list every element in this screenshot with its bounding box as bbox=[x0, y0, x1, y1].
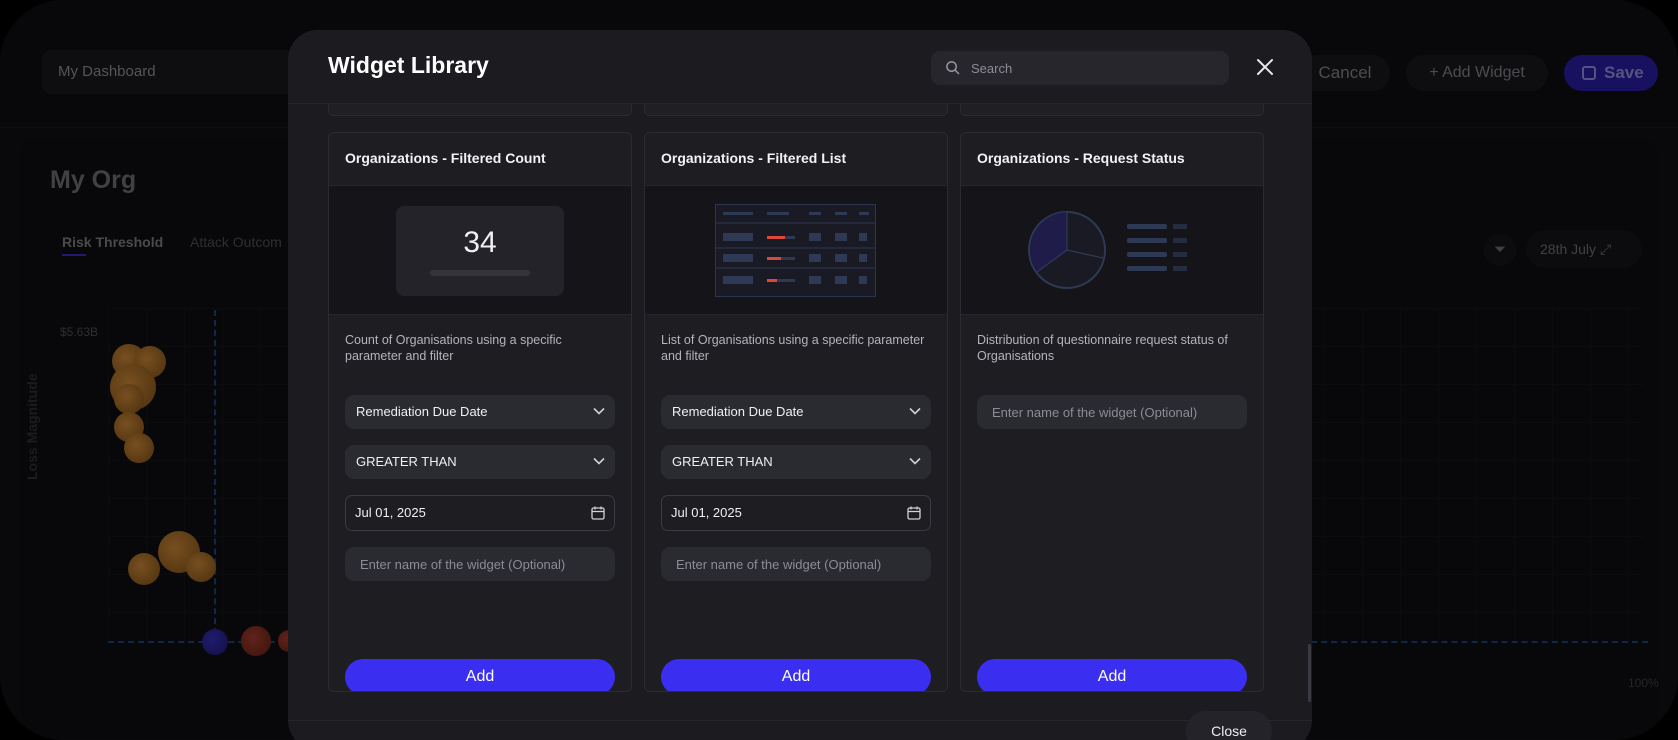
add-button[interactable]: Add bbox=[661, 659, 931, 691]
field-select-value: Remediation Due Date bbox=[672, 404, 804, 419]
date-value: Jul 01, 2025 bbox=[671, 505, 742, 520]
widget-grid: Organizations - Filtered Count 34 Count … bbox=[288, 104, 1312, 720]
add-button[interactable]: Add bbox=[345, 659, 615, 691]
close-icon[interactable] bbox=[1254, 56, 1276, 78]
card-stub bbox=[644, 104, 948, 116]
close-button[interactable]: Close bbox=[1186, 711, 1272, 740]
card-description: Count of Organisations using a specific … bbox=[345, 333, 562, 363]
operator-select[interactable]: GREATER THAN bbox=[661, 445, 931, 479]
date-picker[interactable]: Jul 01, 2025 bbox=[345, 495, 615, 531]
widget-name-input[interactable] bbox=[977, 395, 1247, 429]
card-title: Organizations - Filtered List bbox=[661, 150, 847, 166]
scrollbar[interactable] bbox=[1308, 644, 1311, 702]
count-preview-value: 34 bbox=[463, 226, 497, 259]
widget-card-request-status: Organizations - Request Status Distribut… bbox=[960, 132, 1264, 692]
list-preview-illustration bbox=[715, 204, 876, 297]
operator-select[interactable]: GREATER THAN bbox=[345, 445, 615, 479]
widget-preview bbox=[961, 185, 1263, 315]
chevron-down-icon bbox=[593, 407, 605, 415]
field-select[interactable]: Remediation Due Date bbox=[661, 395, 931, 429]
chevron-down-icon bbox=[909, 457, 921, 465]
pie-preview-illustration bbox=[1028, 211, 1187, 289]
modal-title: Widget Library bbox=[328, 52, 489, 78]
count-preview-box: 34 bbox=[396, 206, 564, 296]
modal-footer bbox=[288, 720, 1312, 740]
widget-library-modal: Widget Library Organizations - Filtered … bbox=[288, 30, 1312, 740]
operator-select-value: GREATER THAN bbox=[356, 454, 457, 469]
date-value: Jul 01, 2025 bbox=[355, 505, 426, 520]
modal-header: Widget Library bbox=[288, 30, 1312, 104]
field-select-value: Remediation Due Date bbox=[356, 404, 488, 419]
card-title: Organizations - Request Status bbox=[977, 150, 1185, 166]
widget-card-filtered-list: Organizations - Filtered List List of Or… bbox=[644, 132, 948, 692]
operator-select-value: GREATER THAN bbox=[672, 454, 773, 469]
search-input[interactable] bbox=[971, 51, 1221, 85]
date-picker[interactable]: Jul 01, 2025 bbox=[661, 495, 931, 531]
card-description: Distribution of questionnaire request st… bbox=[977, 333, 1228, 363]
card-stub bbox=[960, 104, 1264, 116]
search-box[interactable] bbox=[931, 51, 1229, 85]
app-screen: My Dashboard Cancel + Add Widget Save My… bbox=[0, 0, 1678, 740]
widget-preview: 34 bbox=[329, 185, 631, 315]
widget-preview bbox=[645, 185, 947, 315]
add-button[interactable]: Add bbox=[977, 659, 1247, 691]
field-select[interactable]: Remediation Due Date bbox=[345, 395, 615, 429]
widget-name-input[interactable] bbox=[345, 547, 615, 581]
count-preview-bar bbox=[430, 270, 530, 276]
card-description: List of Organisations using a specific p… bbox=[661, 333, 925, 363]
calendar-icon bbox=[907, 506, 921, 520]
widget-name-input[interactable] bbox=[661, 547, 931, 581]
search-icon bbox=[946, 61, 960, 75]
card-title: Organizations - Filtered Count bbox=[345, 150, 546, 166]
chevron-down-icon bbox=[909, 407, 921, 415]
card-stub bbox=[328, 104, 632, 116]
calendar-icon bbox=[591, 506, 605, 520]
widget-card-filtered-count: Organizations - Filtered Count 34 Count … bbox=[328, 132, 632, 692]
chevron-down-icon bbox=[593, 457, 605, 465]
